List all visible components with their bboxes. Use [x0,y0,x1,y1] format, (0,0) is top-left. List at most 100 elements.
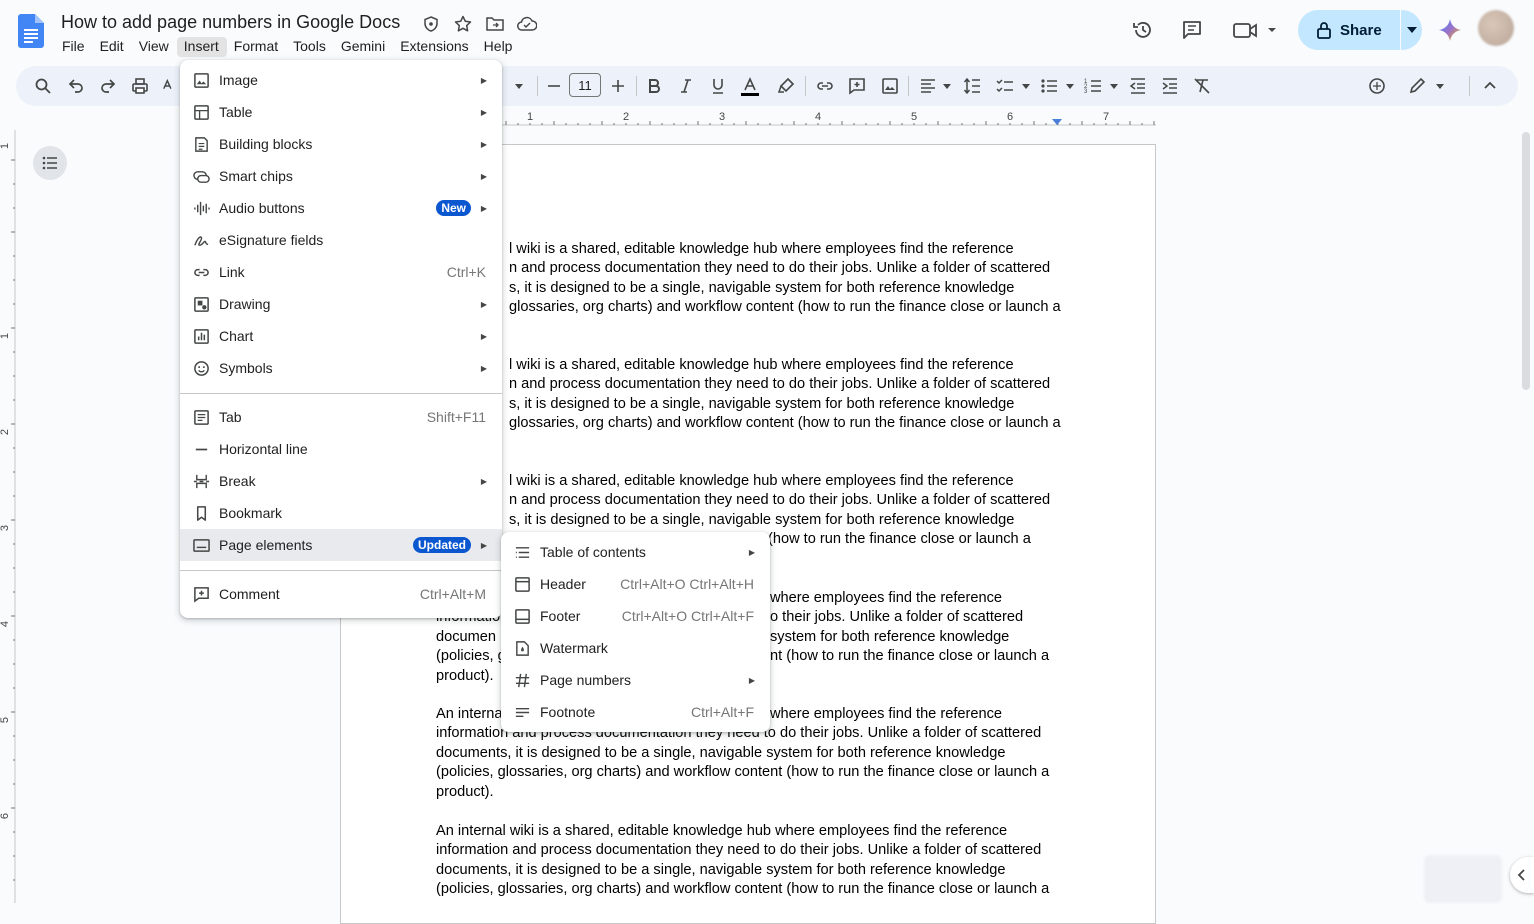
menu-item-esignature-fields[interactable]: eSignature fields [180,224,502,256]
menu-insert[interactable]: Insert [176,37,227,57]
collapse-toolbar-icon[interactable] [1480,76,1500,96]
ruler-number: 3 [0,524,12,532]
menu-view[interactable]: View [132,37,177,57]
redo-icon[interactable] [98,76,118,96]
menu-item-chart[interactable]: Chart ▶ [180,320,502,352]
menu-item-audio-buttons[interactable]: Audio buttons New ▶ [180,192,502,224]
share-label: Share [1340,21,1382,39]
decrease-font-size-icon[interactable] [544,76,564,96]
menu-format[interactable]: Format [227,37,286,57]
menu-item-page-elements[interactable]: Page elements Updated ▶ [180,529,502,561]
text-line: s, it is designed to be a single, naviga… [509,511,1015,528]
menu-item-shortcut: Ctrl+Alt+O Ctrl+Alt+F [621,608,754,624]
meet-video-icon[interactable] [1230,14,1282,46]
version-history-icon[interactable] [1127,14,1159,46]
submenu-arrow-icon: ▶ [480,171,487,181]
highlight-color-icon[interactable] [776,76,796,96]
side-panel-toggle[interactable] [1510,857,1534,893]
insert-link-icon[interactable] [815,76,835,96]
horizontal-line-icon [192,440,210,458]
image-icon [192,71,210,89]
menu-item-label: Chart [219,328,254,344]
print-icon[interactable] [130,76,150,96]
watermark-icon [513,639,531,657]
star-icon[interactable] [452,13,474,35]
share-dropdown-icon[interactable] [1401,27,1422,33]
menu-item-comment[interactable]: Comment Ctrl+Alt+M [180,578,502,610]
gemini-edit-icon[interactable] [1367,76,1387,96]
document-outline-button[interactable] [33,146,67,180]
clear-formatting-icon[interactable] [1192,76,1212,96]
docs-logo-icon[interactable] [18,14,44,48]
hash-icon [513,671,531,689]
align-left-icon[interactable] [919,76,953,96]
vertical-ruler[interactable]: 1 1 2 3 4 5 6 [0,130,16,903]
scrollbar-thumb[interactable] [1522,132,1530,390]
editing-mode-icon[interactable] [1408,76,1448,96]
text-color-icon[interactable] [740,76,760,98]
menu-gemini[interactable]: Gemini [334,37,393,57]
menu-help[interactable]: Help [477,37,521,57]
font-size-input[interactable]: 11 [569,73,601,97]
tab-icon [192,408,210,426]
ruler-number: 6 [1007,111,1014,123]
insert-image-icon[interactable] [880,76,900,96]
undo-icon[interactable] [66,76,86,96]
move-folder-icon[interactable] [484,13,506,35]
checklist-icon[interactable] [996,76,1032,96]
menu-tools[interactable]: Tools [286,37,334,57]
bold-icon[interactable] [644,76,664,96]
body-paragraph[interactable]: An internal wiki is a shared, editable k… [436,822,1076,900]
line-spacing-icon[interactable] [962,76,982,96]
menu-item-shortcut: Ctrl+Alt+O Ctrl+Alt+H [620,576,754,592]
increase-font-size-icon[interactable] [608,76,628,96]
menu-item-page-numbers[interactable]: Page numbers ▶ [501,664,770,696]
document-title[interactable]: How to add page numbers in Google Docs [61,12,400,33]
menu-item-symbols[interactable]: Symbols ▶ [180,352,502,384]
menu-item-break[interactable]: Break ▶ [180,465,502,497]
submenu-arrow-icon: ▶ [480,107,487,117]
menu-item-image[interactable]: Image ▶ [180,64,502,96]
font-dropdown-icon[interactable] [509,76,529,96]
body-paragraph[interactable]: l wiki is a shared, editable knowledge h… [509,240,1139,318]
comments-icon[interactable] [1176,14,1208,46]
numbered-list-icon[interactable]: 123 [1084,76,1120,96]
increase-indent-icon[interactable] [1160,76,1180,96]
menu-file[interactable]: File [55,37,93,57]
search-menus-icon[interactable] [33,76,53,96]
footer-icon [513,607,531,625]
text-line: documents, it is designed to be a single… [436,861,1006,878]
gemini-icon[interactable] [1438,18,1462,42]
menu-item-footnote[interactable]: Footnote Ctrl+Alt+F [501,696,770,728]
cloud-saved-icon[interactable] [516,13,538,35]
menu-item-tab[interactable]: Tab Shift+F11 [180,401,502,433]
floating-widget[interactable] [1424,855,1502,903]
share-button[interactable]: Share [1298,10,1422,50]
decrease-indent-icon[interactable] [1128,76,1148,96]
text-line: l wiki is a shared, editable knowledge h… [509,473,1014,489]
menu-item-table-of-contents[interactable]: Table of contents ▶ [501,536,770,568]
spellcheck-icon[interactable] [162,76,178,96]
menu-item-header[interactable]: Header Ctrl+Alt+O Ctrl+Alt+H [501,568,770,600]
account-avatar[interactable] [1478,10,1514,46]
menu-item-watermark[interactable]: Watermark [501,632,770,664]
menu-item-bookmark[interactable]: Bookmark [180,497,502,529]
security-shield-icon[interactable] [420,13,442,35]
menu-item-footer[interactable]: Footer Ctrl+Alt+O Ctrl+Alt+F [501,600,770,632]
body-paragraph[interactable]: l wiki is a shared, editable knowledge h… [509,356,1139,434]
add-comment-icon[interactable] [847,76,867,96]
ruler-number: 3 [719,111,726,123]
menu-edit[interactable]: Edit [93,37,132,57]
underline-icon[interactable] [708,76,728,96]
bulleted-list-icon[interactable] [1040,76,1076,96]
menu-item-link[interactable]: Link Ctrl+K [180,256,502,288]
menu-extensions[interactable]: Extensions [393,37,476,57]
menu-item-drawing[interactable]: Drawing ▶ [180,288,502,320]
menu-item-horizontal-line[interactable]: Horizontal line [180,433,502,465]
italic-icon[interactable] [676,76,696,96]
break-icon [192,472,210,490]
menu-item-building-blocks[interactable]: Building blocks ▶ [180,128,502,160]
menu-item-smart-chips[interactable]: Smart chips ▶ [180,160,502,192]
menu-item-table[interactable]: Table ▶ [180,96,502,128]
horizontal-ruler[interactable]: 1 2 3 4 5 6 7 [500,111,1160,128]
